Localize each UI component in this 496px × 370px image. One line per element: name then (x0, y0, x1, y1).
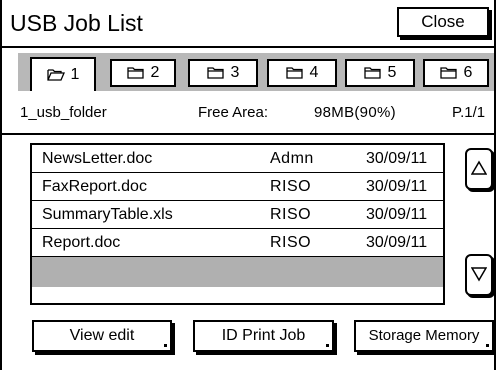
view-edit-button[interactable]: View edit (32, 320, 172, 352)
free-area-value: 98MB(90%) (314, 104, 396, 121)
folder-icon (363, 67, 382, 79)
tab-folder-4[interactable]: 4 (267, 59, 337, 87)
file-owner: Admn (270, 150, 314, 167)
button-label: Storage Memory (368, 327, 480, 344)
tab-label: 6 (463, 64, 473, 81)
file-name: NewsLetter.doc (42, 150, 153, 167)
file-date: 30/09/11 (366, 206, 428, 223)
info-divider (0, 133, 496, 135)
storage-memory-button[interactable]: Storage Memory (354, 320, 494, 352)
free-area-label: Free Area: (198, 104, 269, 121)
tab-folder-6[interactable]: 6 (423, 59, 489, 87)
file-name: SummaryTable.xls (42, 206, 173, 223)
open-folder-icon (46, 69, 65, 81)
tab-label: 2 (150, 64, 160, 81)
folder-tab-strip: 1 2 3 4 5 6 (18, 53, 494, 91)
tab-label: 5 (387, 64, 397, 81)
corner-mark (486, 344, 489, 347)
list-item[interactable]: SummaryTable.xls RISO 30/09/11 (32, 201, 443, 229)
folder-name: 1_usb_folder (20, 104, 107, 121)
file-owner: RISO (270, 206, 312, 223)
folder-icon (126, 67, 145, 79)
empty-list-row[interactable] (32, 257, 443, 287)
id-print-job-button[interactable]: ID Print Job (193, 320, 334, 352)
button-label: View edit (69, 327, 135, 344)
tab-folder-5[interactable]: 5 (345, 59, 415, 87)
folder-icon (285, 67, 304, 79)
list-item[interactable]: NewsLetter.doc Admn 30/09/11 (32, 145, 443, 173)
close-button[interactable]: Close (397, 7, 489, 37)
page-indicator: P.1/1 (452, 104, 486, 121)
file-name: FaxReport.doc (42, 178, 147, 195)
list-item[interactable]: Report.doc RISO 30/09/11 (32, 229, 443, 257)
scroll-up-button[interactable] (465, 148, 493, 190)
file-owner: RISO (270, 234, 312, 251)
tab-folder-3[interactable]: 3 (188, 59, 258, 87)
tab-folder-2[interactable]: 2 (110, 59, 176, 87)
tab-label: 4 (309, 64, 319, 81)
file-name: Report.doc (42, 234, 121, 251)
file-owner: RISO (270, 178, 312, 195)
scroll-down-button[interactable] (465, 254, 493, 296)
list-item[interactable]: FaxReport.doc RISO 30/09/11 (32, 173, 443, 201)
corner-mark (326, 344, 329, 347)
corner-mark (164, 344, 167, 347)
triangle-down-icon (471, 267, 487, 282)
button-label: ID Print Job (221, 327, 306, 344)
frame-left-border (0, 0, 2, 370)
folder-icon (439, 67, 458, 79)
header-divider (0, 46, 496, 48)
tab-label: 3 (230, 64, 240, 81)
tab-label: 1 (70, 66, 80, 83)
file-date: 30/09/11 (366, 234, 428, 251)
file-date: 30/09/11 (366, 178, 428, 195)
folder-icon (206, 67, 225, 79)
triangle-up-icon (471, 160, 487, 175)
file-list: NewsLetter.doc Admn 30/09/11 FaxReport.d… (30, 143, 445, 305)
tab-folder-1[interactable]: 1 (30, 57, 96, 91)
file-date: 30/09/11 (366, 150, 428, 167)
page-title: USB Job List (10, 10, 143, 36)
